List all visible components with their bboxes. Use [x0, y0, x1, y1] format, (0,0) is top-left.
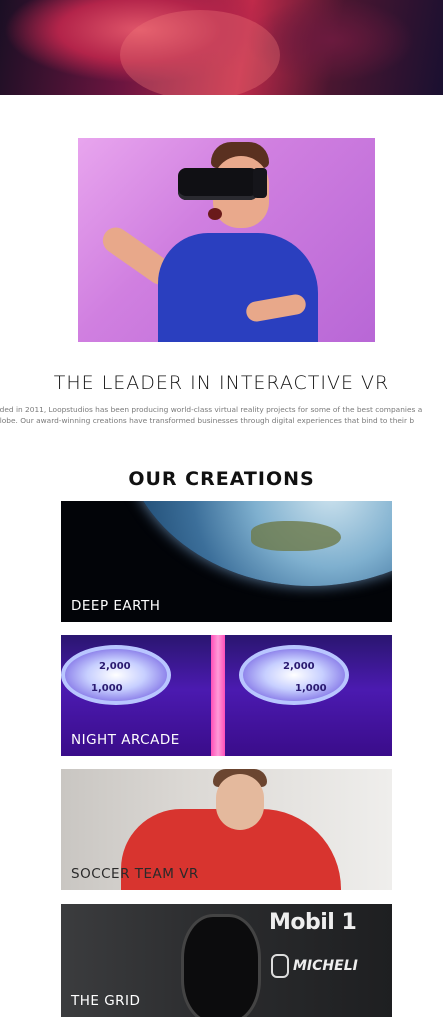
creation-label: NIGHT ARCADE: [71, 732, 180, 748]
hero-image: [0, 0, 443, 95]
creation-card-night-arcade[interactable]: 2,000 1,000 2,000 1,000 NIGHT ARCADE: [61, 635, 392, 756]
arcade-light-tube: [211, 635, 225, 756]
photo-shirt: [158, 233, 318, 342]
michelin-mascot-icon: [271, 954, 289, 978]
soccer-face: [216, 774, 264, 830]
creations-title: OUR CREATIONS: [128, 468, 315, 490]
vr-headset-strap: [253, 168, 267, 198]
intro-line-1: nded in 2011, Loopstudios has been produ…: [0, 405, 423, 414]
sponsor-logo-mobil: Mobil 1: [269, 910, 357, 935]
intro-line-2: globe. Our award-winning creations have …: [0, 416, 415, 425]
arcade-ring: [61, 645, 171, 705]
arcade-score: 2,000: [283, 661, 315, 672]
creation-label: DEEP EARTH: [71, 598, 161, 614]
intro-title: THE LEADER IN INTERACTIVE VR: [53, 372, 390, 394]
intro-paragraph: nded in 2011, Loopstudios has been produ…: [0, 404, 443, 426]
arcade-score: 2,000: [99, 661, 131, 672]
earth-land: [251, 521, 341, 551]
arcade-score: 1,000: [295, 683, 327, 694]
creation-label: SOCCER TEAM VR: [71, 866, 199, 882]
photo-mouth: [208, 208, 222, 220]
creation-card-soccer-team-vr[interactable]: SOCCER TEAM VR: [61, 769, 392, 890]
creation-card-deep-earth[interactable]: DEEP EARTH: [61, 501, 392, 622]
vr-headset: [178, 168, 258, 200]
creation-label: THE GRID: [71, 993, 141, 1009]
race-car-wheel: [181, 914, 261, 1017]
creation-card-the-grid[interactable]: Mobil 1 MICHELI THE GRID: [61, 904, 392, 1017]
arcade-score: 1,000: [91, 683, 123, 694]
sponsor-logo-michelin: MICHELI: [293, 958, 358, 974]
vr-headset-image: [78, 138, 375, 342]
arcade-ring: [239, 645, 349, 705]
